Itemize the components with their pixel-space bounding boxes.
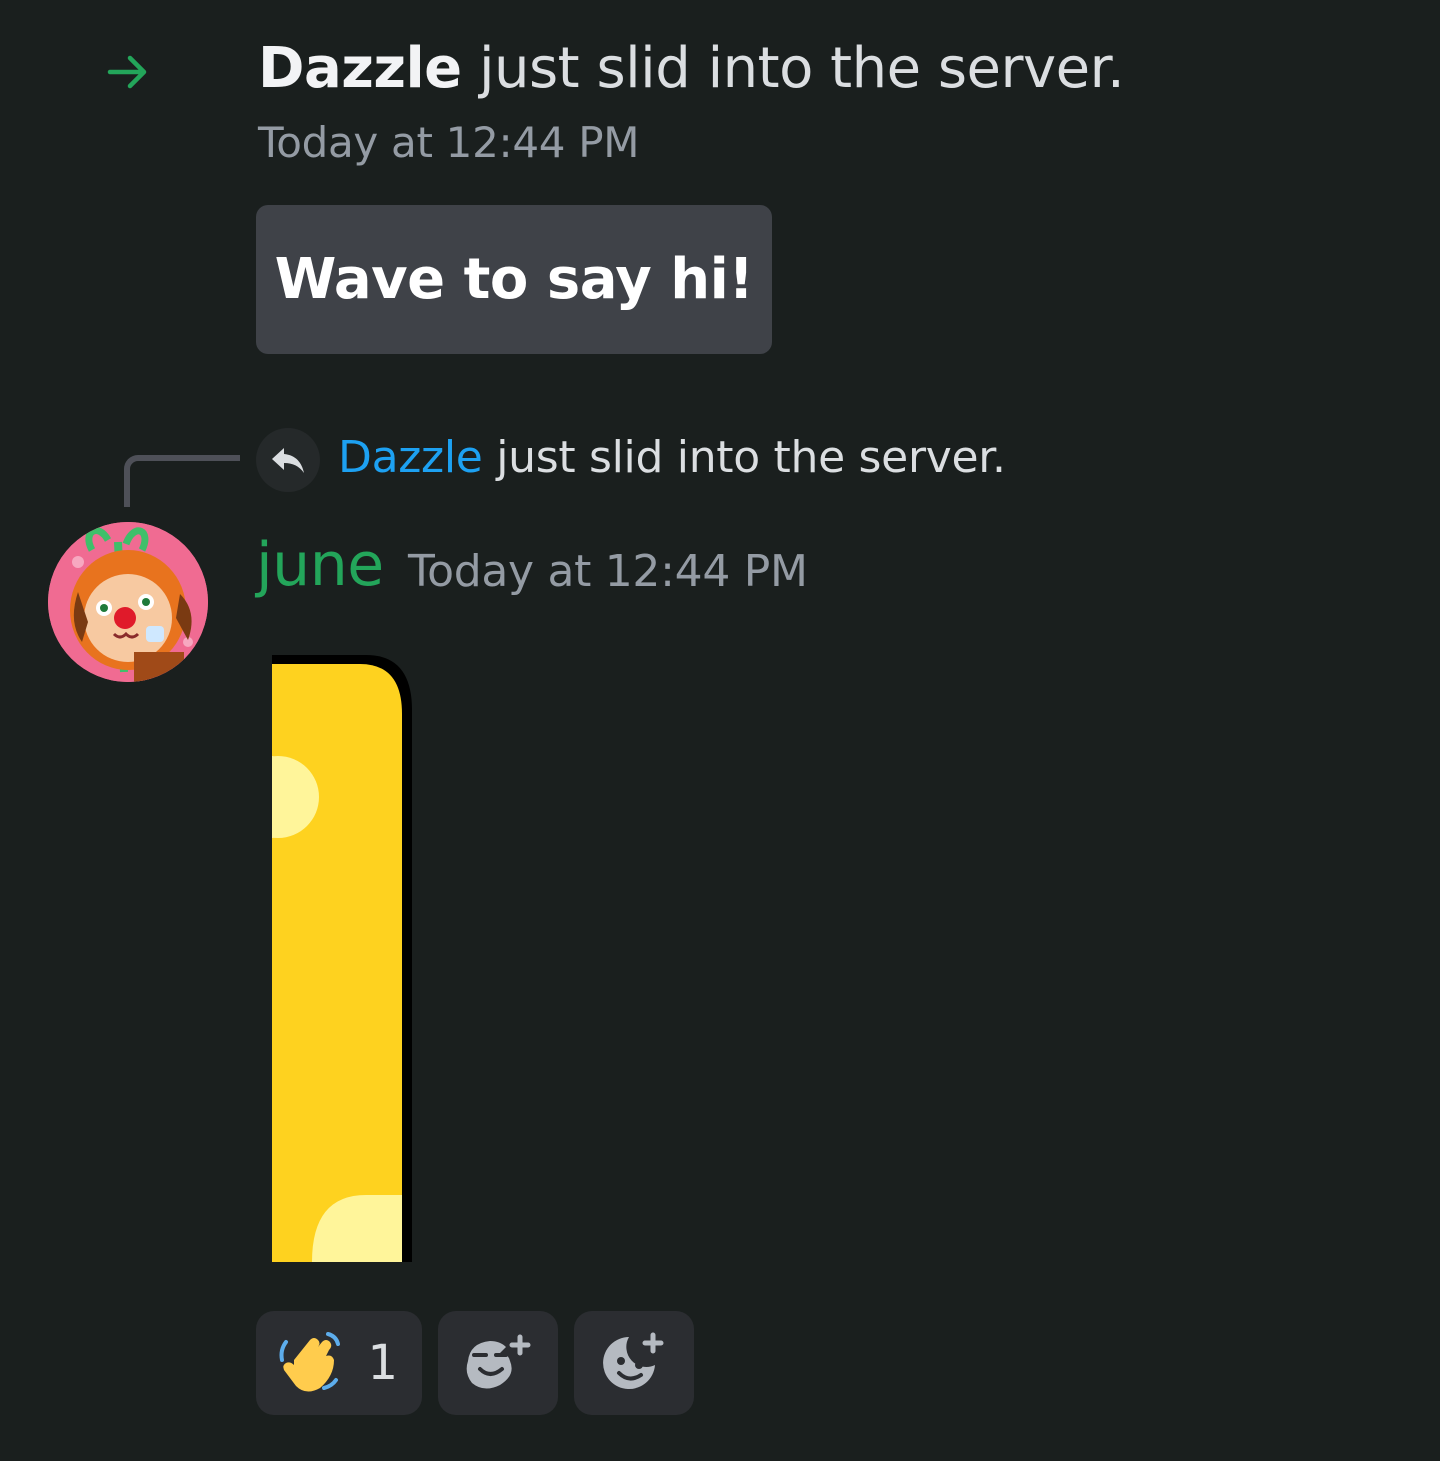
sticker-image[interactable] bbox=[256, 640, 456, 1280]
reaction-wave[interactable]: 1 bbox=[256, 1311, 422, 1415]
waving-hand-icon bbox=[279, 1332, 340, 1392]
reply-preview[interactable]: Dazzle just slid into the server. bbox=[338, 432, 1006, 483]
add-reaction-icon bbox=[603, 1332, 664, 1389]
reply-username[interactable]: Dazzle bbox=[338, 432, 483, 483]
add-super-reaction-button[interactable] bbox=[438, 1311, 558, 1415]
arrow-right-icon bbox=[107, 55, 147, 89]
join-timestamp: Today at 12:44 PM bbox=[258, 118, 640, 167]
join-username[interactable]: Dazzle bbox=[258, 36, 462, 101]
reply-icon-badge bbox=[256, 428, 320, 492]
avatar[interactable] bbox=[48, 522, 208, 682]
join-message-text: Dazzle just slid into the server. bbox=[258, 36, 1125, 101]
message-author[interactable]: june bbox=[256, 530, 384, 600]
reply-preview-text: just slid into the server. bbox=[496, 432, 1006, 483]
avatar-image bbox=[48, 522, 208, 682]
reaction-count: 1 bbox=[367, 1335, 398, 1391]
reaction-bar: 1 bbox=[256, 1311, 694, 1415]
reply-spine bbox=[124, 455, 240, 507]
join-system-message: Dazzle just slid into the server. Today … bbox=[0, 0, 1440, 190]
wave-to-say-hi-button[interactable]: Wave to say hi! bbox=[256, 205, 772, 354]
message-timestamp: Today at 12:44 PM bbox=[408, 546, 808, 597]
add-super-reaction-icon bbox=[466, 1334, 531, 1389]
join-message-body: just slid into the server. bbox=[478, 36, 1125, 101]
add-reaction-button[interactable] bbox=[574, 1311, 694, 1415]
reply-icon bbox=[272, 448, 304, 473]
